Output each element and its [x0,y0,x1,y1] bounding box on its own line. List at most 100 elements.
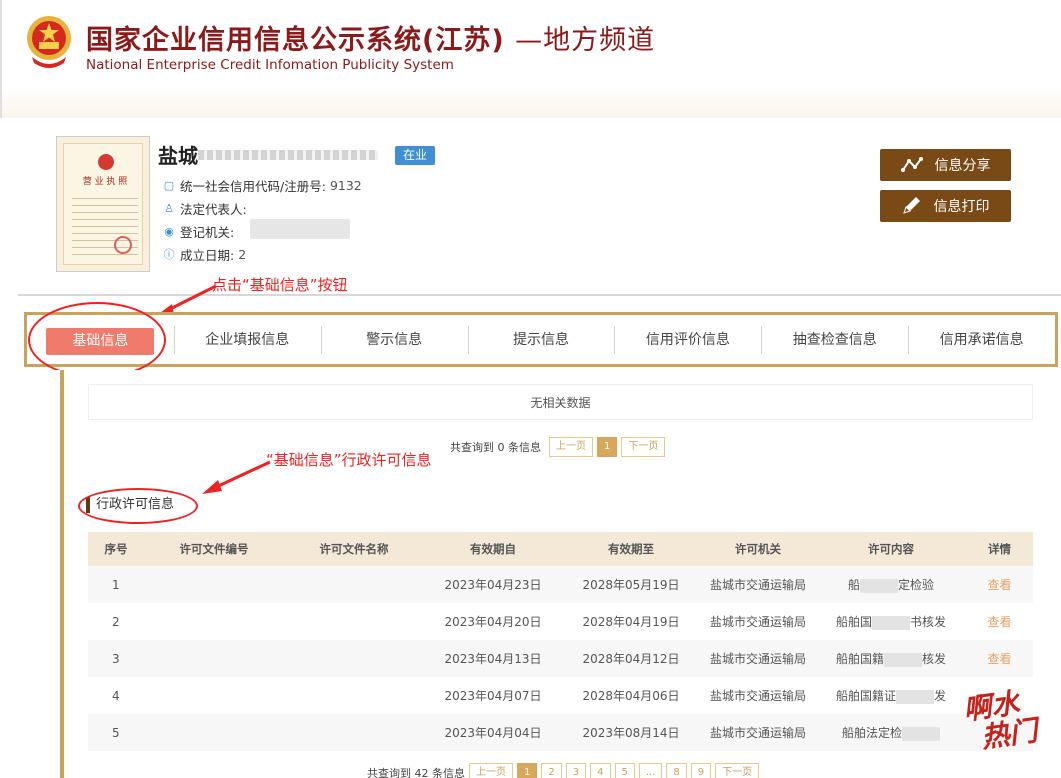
cell-detail[interactable]: 查看 [966,603,1033,640]
tab-item[interactable]: 信用评价信息 [614,325,761,354]
red-arrow-icon [202,460,271,494]
content-part: 船舶国 [835,615,872,629]
license-paper: 营 业 执 照 [63,143,143,265]
permit-table: 序号 许可文件编号 许可文件名称 有效期自 有效期至 许可机关 许可内容 详情 1 2023年0… [88,532,1033,751]
share-nodes-icon [900,157,923,172]
content-mask [860,578,898,593]
column-header: 许可文件编号 [144,532,284,566]
column-header: 序号 [88,532,144,566]
cell-to: 2028年05月19日 [562,566,700,603]
tab-label: 信用评价信息 [645,331,730,348]
table-row: 3 2023年04月13日 2028年04月12日 盐城市交通运输局 船舶国籍 核发 查看 [88,640,1033,677]
page-button[interactable]: 4 [590,763,611,778]
print-label: 信息打印 [933,199,990,215]
business-license-thumbnail[interactable]: 营 业 执 照 [56,136,150,272]
cell-to: 2028年04月06日 [562,677,700,714]
cell-from: 2023年04月23日 [424,566,562,603]
cell-from: 2023年04月13日 [424,640,562,677]
info-icon: ⓘ [163,247,175,261]
credit-code-value: 9132 [329,178,362,193]
cell-content: 船舶法定检 [816,714,966,751]
page-button[interactable]: 3 [565,763,587,778]
credit-code-row: ▢ 统一社会信用代码/注册号: 9132 [162,176,362,195]
tab-item[interactable]: 抽查检查信息 [761,325,908,354]
column-header: 有效期自 [424,532,562,566]
company-name-mask [198,150,378,160]
cell-content: 船舶国 书核发 [816,603,966,640]
page-button[interactable]: 9 [690,763,712,778]
share-label: 信息分享 [934,158,991,174]
next-page-button[interactable]: 下一页 [715,763,760,778]
tab-label: 警示信息 [366,331,423,348]
table-header-row: 序号 许可文件编号 许可文件名称 有效期自 有效期至 许可机关 许可内容 详情 [88,532,1033,566]
page-button[interactable]: ... [638,763,663,778]
authority-row: ◉ 登记机关: [162,222,234,241]
cell-detail[interactable]: 查看 [966,640,1033,677]
cell-doc-no [144,640,284,677]
legal-rep-row: ♙ 法定代表人: [162,199,247,218]
table-row: 1 2023年04月23日 2028年05月19日 盐城市交通运输局 船 定检验 查看 [88,566,1033,603]
table-body: 1 2023年04月23日 2028年05月19日 盐城市交通运输局船定检验 查看 2 20… [88,566,1033,751]
content-part: 定检验 [898,578,935,592]
site-title-text: 国家企业信用信息公示系统(江苏) [86,25,505,56]
cell-no: 2 [88,603,144,640]
page-button[interactable]: 2 [541,763,562,778]
content-part: 书核发 [910,615,947,629]
tab-label: 抽查检查信息 [792,331,877,348]
cell-doc-name [284,566,424,603]
company-name: 盐城 [158,144,198,168]
cell-no: 1 [88,566,144,603]
tab-label: 信用承诺信息 [939,331,1024,348]
left-margin [0,370,60,778]
pager-total: 共查询到 42 条信息 [367,767,465,778]
tab-item[interactable]: 企业填报信息 [173,325,321,354]
cell-doc-no [144,714,284,751]
cell-from: 2023年04月07日 [424,677,562,714]
content-mask [884,652,922,667]
content-part: 发 [934,689,947,703]
cell-detail[interactable]: 查看 [966,566,1033,603]
authority-label: 登记机关: [180,225,235,240]
license-label: 营 业 执 照 [82,177,128,187]
table-row: 5 2023年04月04日 2023年08月14日 盐城市交通运输局 船舶法定检 [88,714,1033,751]
info-share-button[interactable]: 信息分享 [880,149,1011,181]
prev-page-button[interactable]: 上一页 [549,437,593,457]
watermark-logo: 啊水 热门 [961,685,1051,765]
founded-label: 成立日期: [180,248,235,263]
cell-authority: 盐城市交通运输局 [700,677,816,714]
site-subtitle: National Enterprise Credit Infomation Pu… [86,57,454,73]
page-button[interactable]: 1 [597,437,618,457]
content-mask [872,615,910,630]
tab-item[interactable]: 信用承诺信息 [908,325,1055,354]
cell-from: 2023年04月04日 [424,714,562,751]
cell-content: 船舶国籍证 发 [816,677,966,714]
prev-page-button[interactable]: 上一页 [469,763,513,778]
cell-authority: 盐城市交通运输局 [700,640,816,677]
cell-content: 船舶国籍 核发 [816,640,966,677]
content-mask [896,689,934,704]
column-header: 有效期至 [562,532,700,566]
company-info-panel: 营 业 执 照 盐城 在业 ▢ 统一社会信用代码/注册号: 9132 ♙ 法定代… [18,118,1061,296]
tab-item[interactable]: 提示信息 [467,325,615,354]
cell-to: 2023年08月14日 [562,714,700,751]
authority-mask [250,219,350,239]
cell-no: 4 [88,677,144,714]
content-part: 船舶国籍证 [835,689,896,703]
pager-top: 共查询到 0 条信息 上一页 1 下一页 [450,437,666,457]
column-header: 详情 [966,532,1033,566]
content-part: 核发 [922,652,947,666]
cell-to: 2028年04月12日 [562,640,700,677]
tab-item[interactable]: 警示信息 [320,325,468,354]
credit-code-label: 统一社会信用代码/注册号: [180,179,326,194]
next-page-button[interactable]: 下一页 [621,437,666,457]
page-button[interactable]: 1 [517,763,538,778]
info-print-button[interactable]: 信息打印 [880,190,1011,222]
content-part: 船舶国籍 [835,652,884,666]
click-hint-annotation: 点击“基础信息”按钮 [212,276,348,294]
site-header: 国家企业信用信息公示系统(江苏) —地方频道 National Enterpri… [0,0,1061,118]
national-emblem-icon [27,16,71,68]
page-button[interactable]: 8 [666,763,687,778]
table-row: 4 2023年04月07日 2028年04月06日 盐城市交通运输局 船舶国籍证 发 [88,677,1033,714]
page-button[interactable]: 5 [614,763,635,778]
legal-rep-label: 法定代表人: [180,202,247,217]
